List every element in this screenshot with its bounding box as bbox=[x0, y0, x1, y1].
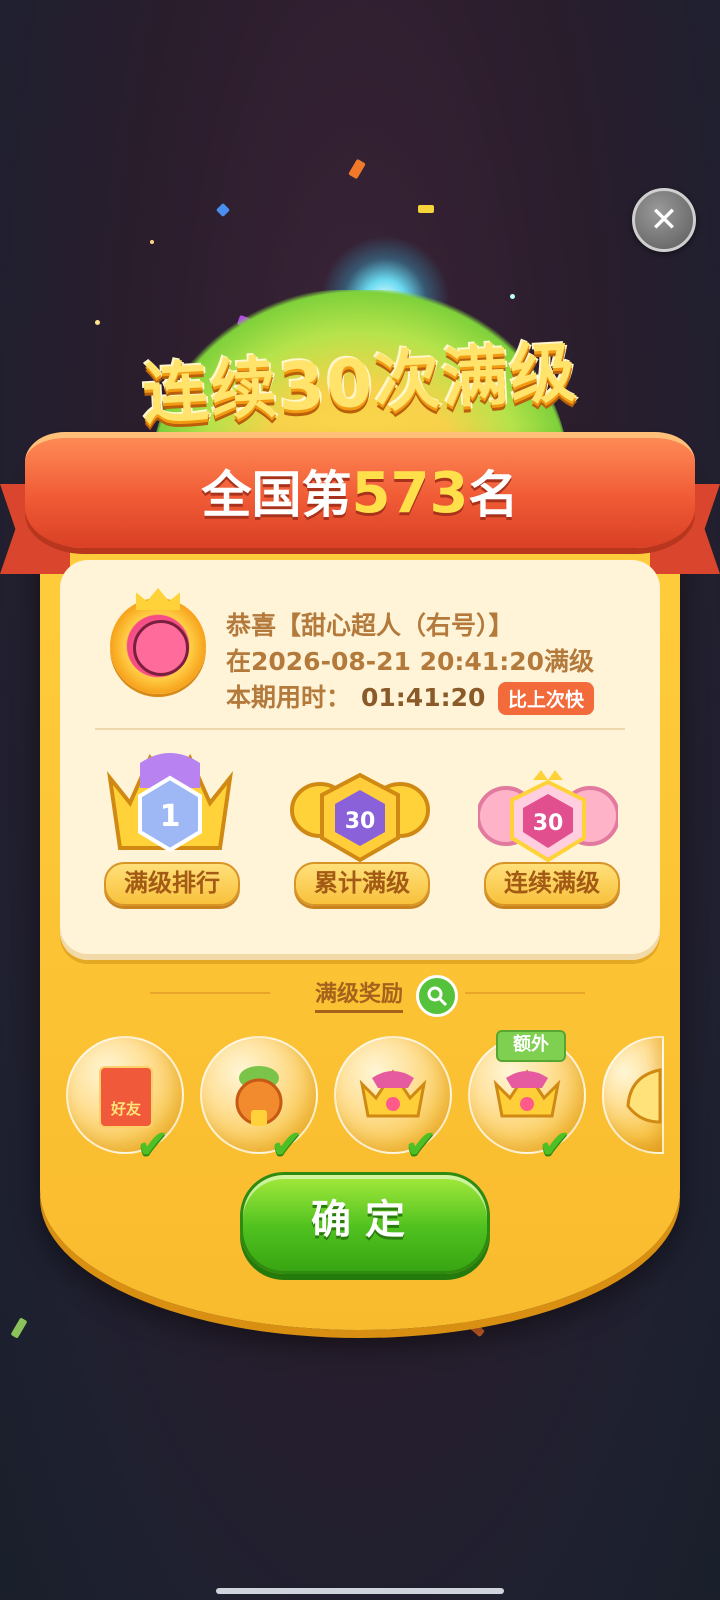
rewards-rule-left bbox=[150, 992, 270, 994]
faster-badge: 比上次快 bbox=[498, 682, 595, 715]
claimed-check-icon: ✔ bbox=[404, 1122, 438, 1168]
avatar-face bbox=[133, 620, 189, 676]
claimed-check-icon: ✔ bbox=[270, 1122, 304, 1168]
sparkle bbox=[510, 294, 515, 299]
claimed-check-icon: ✔ bbox=[538, 1122, 572, 1168]
trophy-label-rank[interactable]: 满级排行 bbox=[104, 862, 240, 906]
rank-prefix: 全国第 bbox=[201, 466, 352, 524]
confirm-button[interactable]: 确定 bbox=[240, 1172, 490, 1274]
achievement-title: 连续30次满级 bbox=[140, 333, 580, 434]
total-trophy[interactable]: 30 bbox=[290, 770, 430, 865]
extra-tag: 额外 bbox=[496, 1030, 566, 1062]
rewards-rule-right bbox=[465, 992, 585, 994]
rewards-title: 满级奖励 bbox=[315, 976, 404, 1013]
confetti-piece bbox=[215, 202, 231, 218]
divider bbox=[95, 728, 625, 730]
reward-text: 好友 bbox=[110, 1100, 141, 1118]
duration-line: 本期用时： 01:41:20 bbox=[226, 678, 485, 714]
confetti-piece bbox=[418, 205, 434, 213]
congrats-line: 恭喜【甜心超人（右号）】 bbox=[226, 611, 514, 640]
streak-trophy[interactable]: 30 bbox=[476, 768, 620, 868]
close-button[interactable]: ✕ bbox=[632, 188, 696, 252]
confetti-piece bbox=[10, 1317, 28, 1339]
duration-value: 01:41:20 bbox=[361, 683, 486, 712]
duration-label: 本期用时： bbox=[226, 683, 352, 712]
wing-badge-icon: 30 bbox=[290, 772, 430, 863]
wing-icon bbox=[626, 1068, 662, 1124]
confetti-piece bbox=[348, 158, 366, 180]
rank-trophy-value: 1 bbox=[160, 799, 181, 834]
trophy-label-total[interactable]: 累计满级 bbox=[294, 862, 430, 906]
sparkle bbox=[150, 240, 154, 244]
streak-trophy-value: 30 bbox=[533, 811, 564, 836]
sparkle bbox=[95, 320, 100, 325]
home-indicator bbox=[216, 1588, 504, 1594]
rank-number: 573 bbox=[351, 461, 469, 526]
total-trophy-value: 30 bbox=[345, 809, 376, 834]
search-icon bbox=[427, 986, 448, 1007]
rank-text: 全国第573名 bbox=[25, 455, 695, 527]
level-up-time-line: 在2026-08-21 20:41:20满级 bbox=[226, 647, 594, 676]
rank-trophy[interactable]: 1 bbox=[100, 748, 240, 858]
close-icon: ✕ bbox=[649, 200, 679, 240]
red-envelope-icon: 好友 bbox=[99, 1066, 153, 1128]
crown-icon bbox=[493, 1069, 561, 1118]
trophy-label-streak[interactable]: 连续满级 bbox=[484, 862, 620, 906]
flower-pot-icon bbox=[235, 1066, 283, 1126]
crown-icon bbox=[359, 1069, 427, 1118]
claimed-check-icon: ✔ bbox=[136, 1122, 170, 1168]
magnify-button[interactable] bbox=[416, 975, 458, 1017]
pink-wing-badge-icon: 30 bbox=[476, 770, 620, 863]
rank-suffix: 名 bbox=[468, 466, 519, 524]
crown-shield-icon: 1 bbox=[106, 753, 234, 853]
